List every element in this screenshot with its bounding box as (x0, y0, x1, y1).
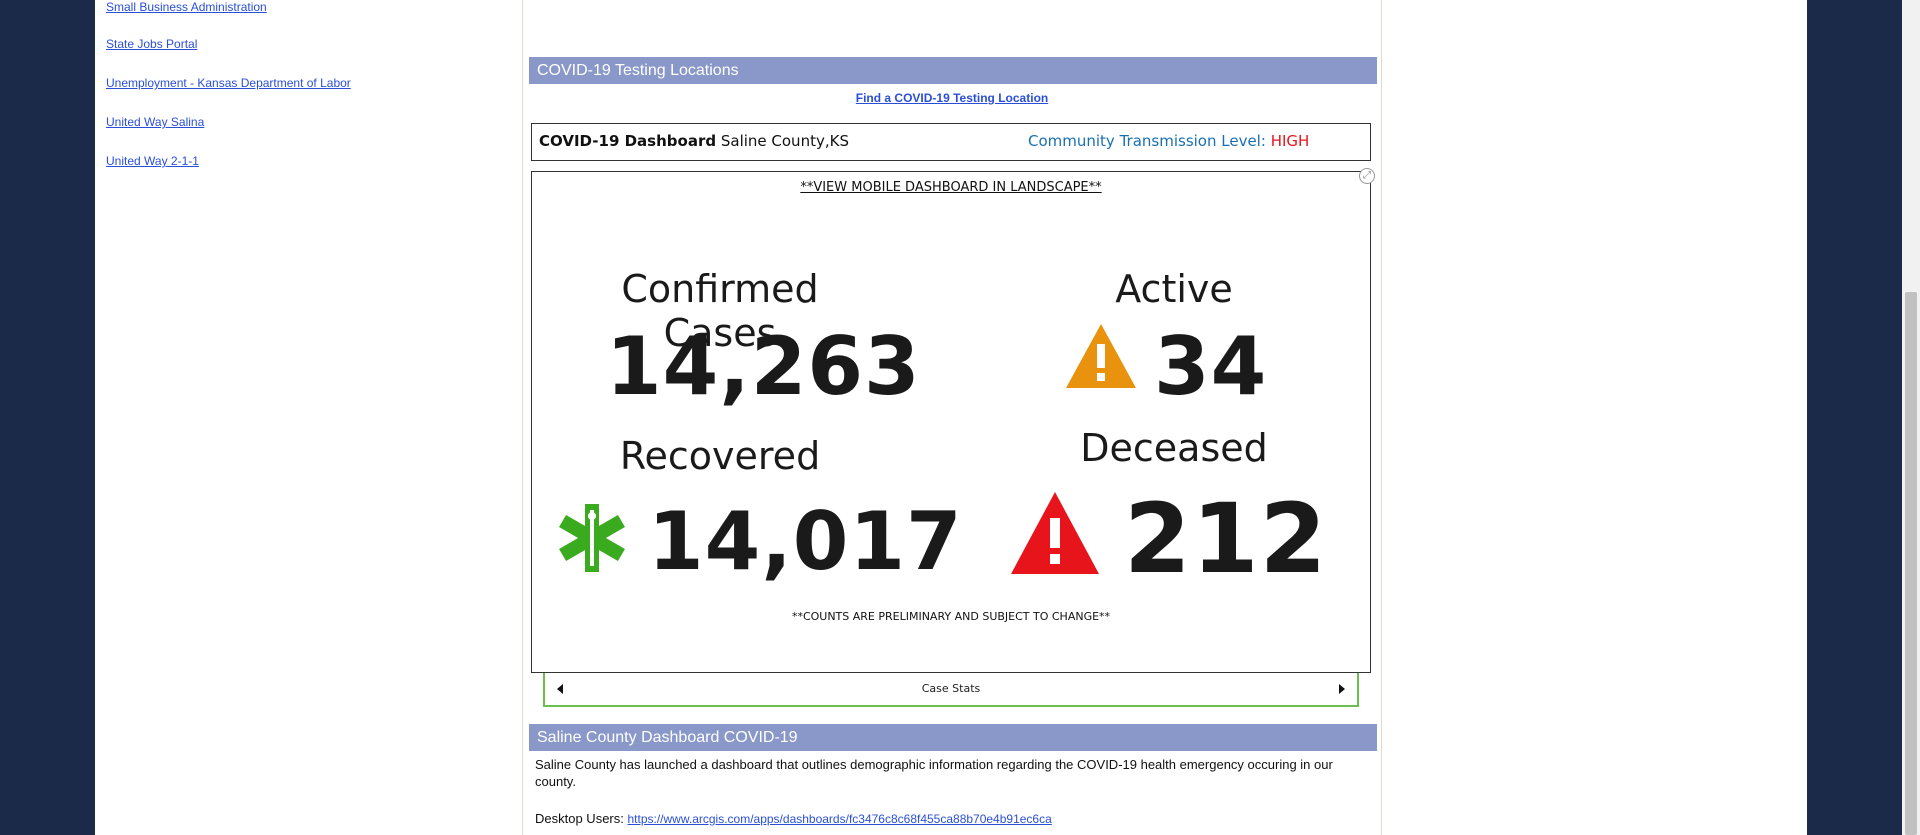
dashboard-header-bar: COVID-19 Dashboard Saline County,KS Comm… (531, 123, 1371, 161)
transmission-level-value: HIGH (1270, 132, 1310, 150)
deceased-label: Deceased (1080, 426, 1268, 470)
confirmed-cases-value: 14,263 (606, 320, 921, 413)
counts-disclaimer: **COUNTS ARE PRELIMINARY AND SUBJECT TO … (791, 610, 1111, 623)
warning-icon (1011, 492, 1099, 574)
fullscreen-icon[interactable]: ⤢ (1359, 168, 1375, 184)
active-cases-label: Active (1115, 267, 1233, 311)
saline-dashboard-description: Saline County has launched a dashboard t… (535, 757, 1333, 789)
carousel-label: Case Stats (921, 682, 981, 695)
transmission-level: Community Transmission Level: HIGH (1028, 132, 1310, 150)
page-scrollbar[interactable] (1902, 0, 1920, 835)
link-united-way-211[interactable]: United Way 2-1-1 (106, 154, 199, 168)
saline-dashboard-section-header: Saline County Dashboard COVID-19 (529, 724, 1377, 751)
link-unemployment-kdol[interactable]: Unemployment - Kansas Department of Labo… (106, 76, 351, 90)
deceased-value: 212 (1124, 483, 1328, 595)
warning-icon (1066, 324, 1136, 388)
find-testing-location-link[interactable]: Find a COVID-19 Testing Location (523, 91, 1381, 105)
active-cases-value: 34 (1154, 320, 1268, 413)
recovered-value: 14,017 (648, 495, 963, 588)
recovered-label: Recovered (619, 434, 821, 478)
desktop-users-line: Desktop Users: https://www.arcgis.com/ap… (535, 810, 1375, 828)
link-united-way-salina[interactable]: United Way Salina (106, 115, 204, 129)
carousel-next-icon[interactable] (1339, 684, 1345, 694)
link-small-business-administration[interactable]: Small Business Administration (106, 0, 267, 14)
link-state-jobs-portal[interactable]: State Jobs Portal (106, 37, 197, 51)
scrollbar-thumb[interactable] (1905, 292, 1917, 835)
dashboard-carousel: Case Stats (543, 673, 1359, 707)
desktop-dashboard-link[interactable]: https://www.arcgis.com/apps/dashboards/f… (628, 812, 1052, 826)
testing-section-header: COVID-19 Testing Locations (529, 57, 1377, 84)
star-of-life-icon (559, 504, 625, 572)
dashboard-panel: **VIEW MOBILE DASHBOARD IN LANDSCAPE** C… (531, 171, 1371, 673)
mobile-dashboard-note[interactable]: **VIEW MOBILE DASHBOARD IN LANDSCAPE** (532, 180, 1370, 195)
desktop-users-label: Desktop Users: (535, 811, 624, 826)
dashboard-title: COVID-19 Dashboard Saline County,KS (539, 132, 849, 150)
main-content-column: COVID-19 Testing Locations Find a COVID-… (522, 0, 1382, 835)
